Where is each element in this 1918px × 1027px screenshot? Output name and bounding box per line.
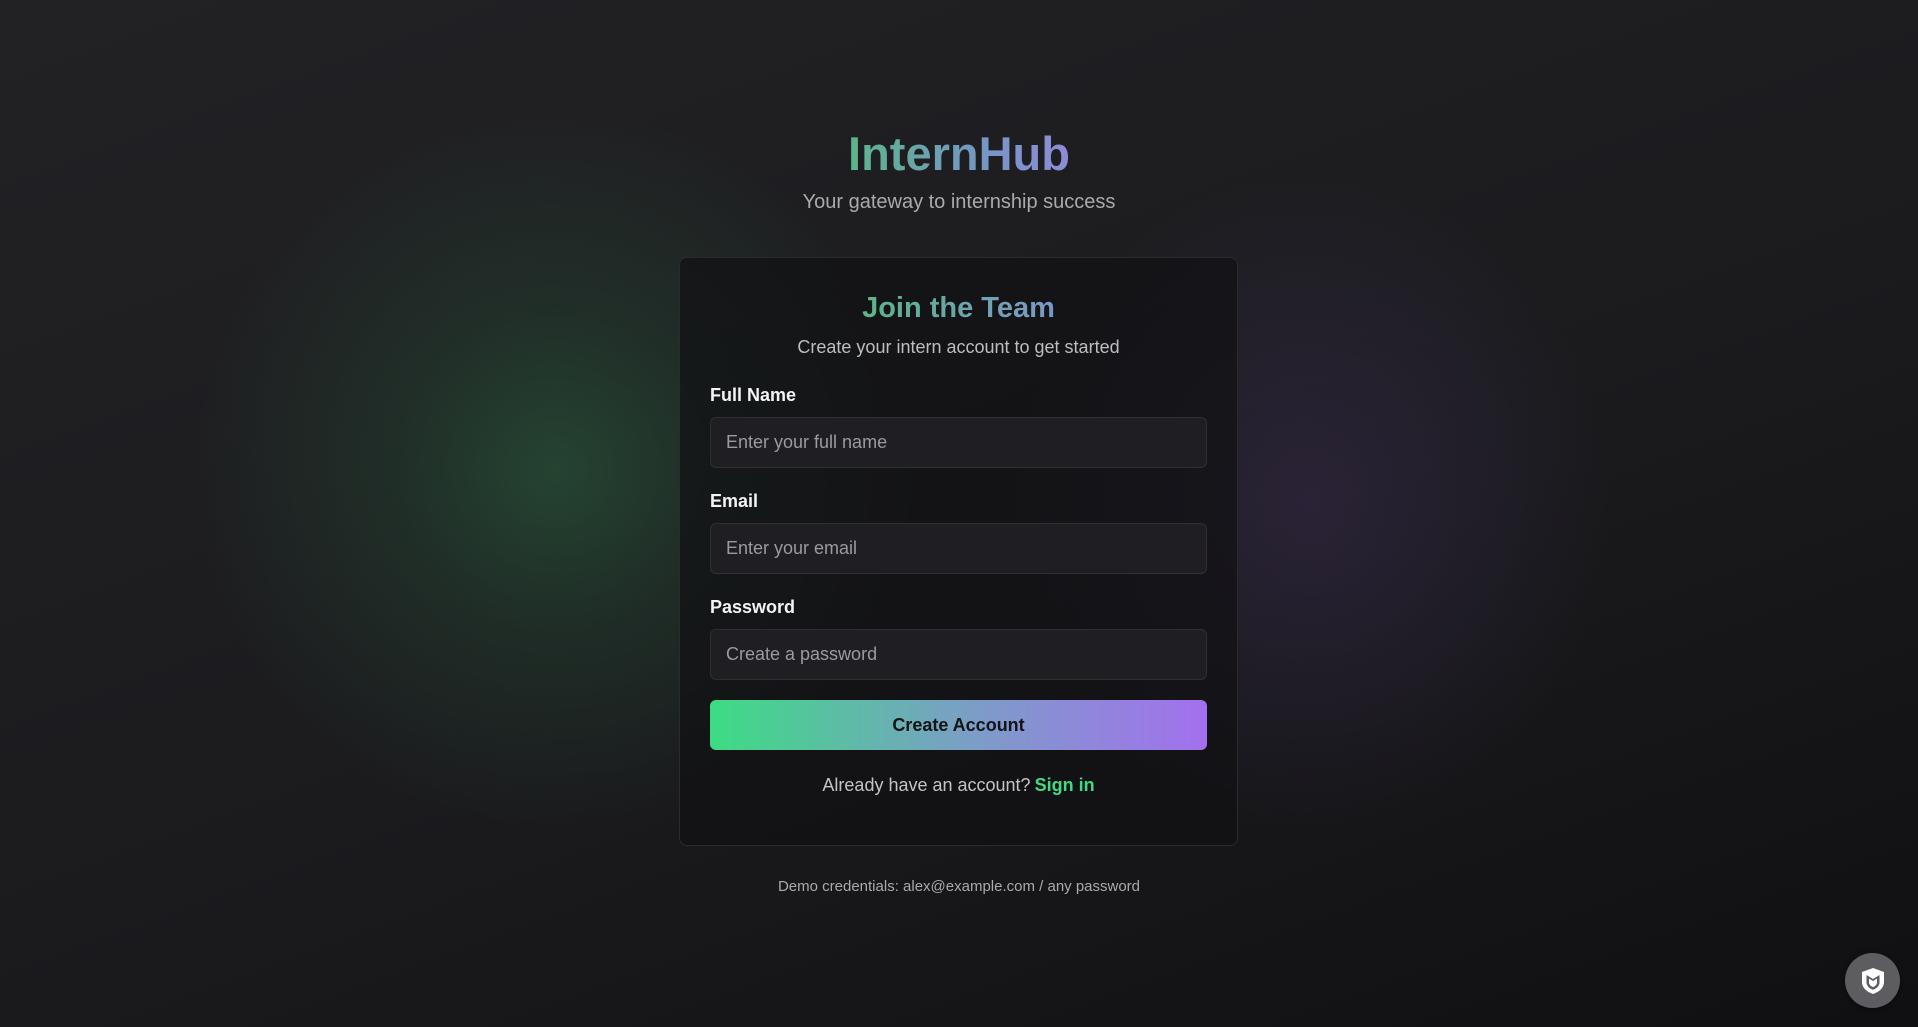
password-group: Password: [710, 596, 1207, 680]
full-name-input[interactable]: [710, 417, 1207, 468]
password-input[interactable]: [710, 629, 1207, 680]
app-header: InternHub Your gateway to internship suc…: [0, 126, 1918, 214]
shield-logo-icon: [1861, 967, 1884, 994]
password-label: Password: [710, 597, 796, 617]
widget-button[interactable]: [1845, 953, 1900, 1008]
app-logo-title: InternHub: [848, 127, 1070, 180]
email-group: Email: [710, 490, 1207, 574]
signin-row: Already have an account? Sign in: [710, 774, 1207, 796]
signup-card: Join the Team Create your intern account…: [679, 257, 1238, 846]
email-input[interactable]: [710, 523, 1207, 574]
signin-prompt: Already have an account?: [822, 775, 1031, 795]
full-name-label: Full Name: [710, 385, 797, 405]
signin-link[interactable]: Sign in: [1035, 775, 1095, 795]
card-subtitle: Create your intern account to get starte…: [797, 337, 1120, 357]
card-title: Join the Team: [710, 290, 1207, 326]
card-title-text: Join the Team: [862, 292, 1055, 324]
create-account-button[interactable]: Create Account: [710, 700, 1207, 750]
full-name-group: Full Name: [710, 384, 1207, 468]
email-label: Email: [710, 491, 759, 511]
app-tagline: Your gateway to internship success: [802, 191, 1116, 213]
demo-credentials-note: Demo credentials: alex@example.com / any…: [777, 878, 1141, 895]
